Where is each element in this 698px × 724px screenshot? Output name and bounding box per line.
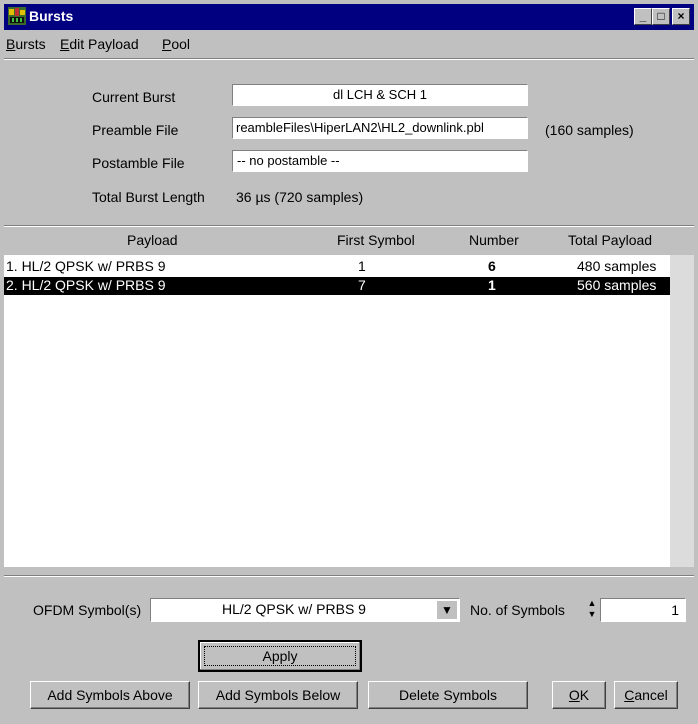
dropdown-arrow-icon[interactable]: ▼ <box>437 601 457 619</box>
cell-payload: 2. HL/2 QPSK w/ PRBS 9 <box>6 277 166 293</box>
minimize-button[interactable]: _ <box>634 8 652 25</box>
menu-pool[interactable]: Pool <box>162 36 190 52</box>
delete-symbols-button[interactable]: Delete Symbols <box>368 681 528 709</box>
menu-separator <box>4 58 694 60</box>
menu-edit-payload[interactable]: Edit Payload <box>60 36 139 52</box>
postamble-file-field[interactable]: -- no postamble -- <box>232 150 528 172</box>
cell-payload: 1. HL/2 QPSK w/ PRBS 9 <box>6 258 166 274</box>
cell-number: 1 <box>488 277 496 293</box>
bursts-window: Bursts _ □ × Bursts Edit Payload Pool Cu… <box>0 0 698 724</box>
total-burst-length-value: 36 µs (720 samples) <box>236 189 364 205</box>
ofdm-symbol-select[interactable]: HL/2 QPSK w/ PRBS 9 ▼ <box>150 598 460 622</box>
ok-button[interactable]: OK <box>552 681 606 709</box>
payload-list[interactable]: 1. HL/2 QPSK w/ PRBS 9 1 6 480 samples 2… <box>4 255 670 567</box>
apply-button[interactable]: Apply <box>198 640 362 672</box>
total-burst-length-label: Total Burst Length <box>92 189 205 205</box>
window-title: Bursts <box>29 8 74 24</box>
num-symbols-input[interactable]: 1 <box>600 598 686 622</box>
header-first-symbol[interactable]: First Symbol <box>337 232 415 248</box>
add-symbols-above-button[interactable]: Add Symbols Above <box>30 681 190 709</box>
cell-number: 6 <box>488 258 496 274</box>
menu-bar: Bursts Edit Payload Pool <box>4 32 694 56</box>
preamble-file-label: Preamble File <box>92 122 179 138</box>
close-icon: × <box>677 9 685 23</box>
cell-total-payload: 560 samples <box>577 277 657 293</box>
title-bar[interactable]: Bursts _ □ × <box>4 4 694 30</box>
header-payload[interactable]: Payload <box>127 232 178 248</box>
spin-arrows-icon[interactable]: ▲ ▼ <box>586 598 598 622</box>
cancel-button[interactable]: Cancel <box>614 681 678 709</box>
current-burst-label: Current Burst <box>92 89 176 105</box>
cell-first-symbol: 1 <box>358 258 366 274</box>
table-row[interactable]: 2. HL/2 QPSK w/ PRBS 9 7 1 560 samples <box>4 277 670 295</box>
focus-rect <box>204 646 356 666</box>
table-row[interactable]: 1. HL/2 QPSK w/ PRBS 9 1 6 480 samples <box>4 258 670 276</box>
list-scroll-area <box>670 255 694 567</box>
preamble-file-field[interactable]: reambleFiles\HiperLAN2\HL2_downlink.pbl <box>232 117 528 139</box>
header-number[interactable]: Number <box>469 232 519 248</box>
add-symbols-below-button[interactable]: Add Symbols Below <box>198 681 358 709</box>
ofdm-symbols-label: OFDM Symbol(s) <box>33 602 142 618</box>
ofdm-symbol-value: HL/2 QPSK w/ PRBS 9 <box>222 601 366 617</box>
header-total-payload[interactable]: Total Payload <box>568 232 652 248</box>
maximize-icon: □ <box>657 9 665 23</box>
close-button[interactable]: × <box>672 8 690 25</box>
cell-total-payload: 480 samples <box>577 258 657 274</box>
bottom-separator <box>4 575 694 577</box>
maximize-button[interactable]: □ <box>652 8 670 25</box>
postamble-file-label: Postamble File <box>92 155 185 171</box>
num-symbols-label: No. of Symbols <box>470 602 565 618</box>
minimize-icon: _ <box>639 9 647 23</box>
preamble-samples: (160 samples) <box>545 122 634 138</box>
num-symbols-stepper[interactable]: ▲ ▼ 1 <box>586 598 686 622</box>
payload-table-header: Payload First Symbol Number Total Payloa… <box>4 230 694 254</box>
current-burst-field[interactable]: dl LCH & SCH 1 <box>232 84 528 106</box>
cell-first-symbol: 7 <box>358 277 366 293</box>
menu-bursts[interactable]: Bursts <box>6 36 46 52</box>
app-icon <box>8 7 26 25</box>
form-separator <box>4 225 694 227</box>
